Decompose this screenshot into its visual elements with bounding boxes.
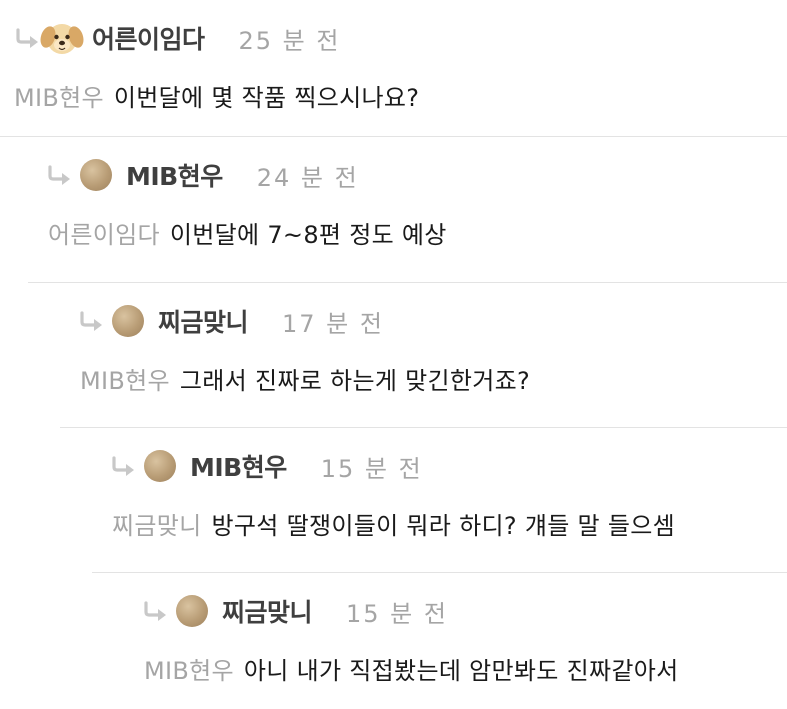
author-name[interactable]: 어른이임다 — [92, 20, 205, 56]
comment-text: 아니 내가 직접봤는데 암만봐도 진짜같아서 — [243, 657, 679, 685]
comment-body: MIB현우 이번달에 몇 작품 찍으시나요? — [14, 78, 419, 113]
mention[interactable]: MIB현우 — [144, 657, 234, 685]
comment-4: MIB현우 15 분 전 찌금맞니 방구석 딸쟁이들이 뭐라 하디? 걔들 말 들… — [60, 427, 787, 573]
comment-header: 어른이임다 25 분 전 — [14, 18, 340, 58]
comment-3: 찌금맞니 17 분 전 MIB현우 그래서 진짜로 하는게 맞긴한거죠? — [28, 282, 787, 428]
comment-2: MIB현우 24 분 전 어른이임다 이번달에 7~8편 정도 예상 — [0, 136, 787, 282]
author-name[interactable]: MIB현우 — [126, 157, 223, 193]
comment-header: MIB현우 24 분 전 — [46, 155, 359, 195]
comment-1: 어른이임다 25 분 전 MIB현우 이번달에 몇 작품 찍으시나요? — [0, 0, 787, 146]
timestamp: 24 분 전 — [256, 163, 359, 192]
timestamp: 15 분 전 — [320, 454, 423, 483]
reply-arrow-icon — [80, 311, 102, 331]
comment-text: 이번달에 몇 작품 찍으시나요? — [113, 84, 420, 112]
mention[interactable]: MIB현우 — [14, 84, 104, 112]
comment-5: 찌금맞니 15 분 전 MIB현우 아니 내가 직접봤는데 암만봐도 진짜같아서 — [92, 572, 787, 709]
comment-text: 이번달에 7~8편 정도 예상 — [169, 221, 447, 249]
author-name[interactable]: MIB현우 — [190, 448, 287, 484]
comment-body: 찌금맞니 방구석 딸쟁이들이 뭐라 하디? 걔들 말 들으셈 — [112, 506, 675, 541]
avatar[interactable] — [80, 159, 112, 191]
reply-arrow-icon — [16, 28, 38, 48]
avatar[interactable] — [112, 305, 144, 337]
comment-thread: 어른이임다 25 분 전 MIB현우 이번달에 몇 작품 찍으시나요? MIB현우… — [0, 0, 787, 709]
timestamp: 25 분 전 — [238, 26, 341, 55]
comment-body: MIB현우 그래서 진짜로 하는게 맞긴한거죠? — [80, 361, 530, 396]
mention[interactable]: 찌금맞니 — [112, 512, 202, 540]
comment-header: MIB현우 15 분 전 — [110, 446, 423, 486]
comment-text: 방구석 딸쟁이들이 뭐라 하디? 걔들 말 들으셈 — [211, 512, 675, 540]
mention[interactable]: 어른이임다 — [48, 221, 160, 249]
author-name[interactable]: 찌금맞니 — [158, 303, 249, 339]
reply-arrow-icon — [144, 601, 166, 621]
timestamp: 15 분 전 — [346, 599, 448, 628]
reply-arrow-icon — [48, 165, 70, 185]
puppy-avatar-icon[interactable] — [40, 18, 84, 58]
comment-header: 찌금맞니 17 분 전 — [78, 301, 384, 341]
comment-text: 그래서 진짜로 하는게 맞긴한거죠? — [179, 367, 531, 395]
avatar[interactable] — [176, 595, 208, 627]
comment-header: 찌금맞니 15 분 전 — [142, 591, 448, 631]
comment-body: MIB현우 아니 내가 직접봤는데 암만봐도 진짜같아서 — [144, 651, 678, 686]
mention[interactable]: MIB현우 — [80, 367, 170, 395]
author-name[interactable]: 찌금맞니 — [222, 593, 313, 629]
timestamp: 17 분 전 — [282, 309, 384, 338]
avatar[interactable] — [144, 450, 176, 482]
reply-arrow-icon — [112, 456, 134, 476]
comment-body: 어른이임다 이번달에 7~8편 정도 예상 — [48, 215, 447, 250]
